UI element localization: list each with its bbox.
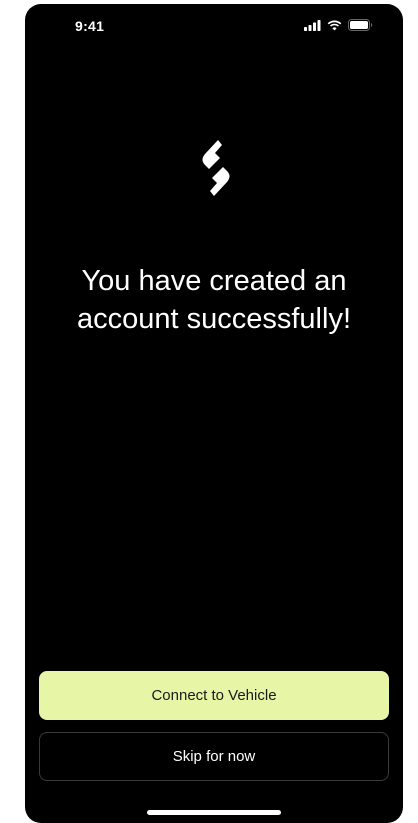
success-headline: You have created an account successfully… <box>25 262 403 338</box>
status-icons <box>304 19 373 31</box>
home-indicator <box>147 810 281 815</box>
phone-screen: 9:41 You have created an account success… <box>25 4 403 823</box>
headline-line-1: You have created an <box>81 265 347 297</box>
status-time: 9:41 <box>75 18 105 34</box>
skip-for-now-button[interactable]: Skip for now <box>39 732 389 781</box>
cellular-signal-icon <box>304 19 321 31</box>
battery-icon <box>348 19 373 31</box>
headline-line-2: account successfully! <box>76 303 351 335</box>
wifi-icon <box>327 20 342 31</box>
connect-to-vehicle-button[interactable]: Connect to Vehicle <box>39 671 389 720</box>
brand-logo-icon <box>194 138 238 198</box>
status-bar: 9:41 <box>25 4 403 48</box>
